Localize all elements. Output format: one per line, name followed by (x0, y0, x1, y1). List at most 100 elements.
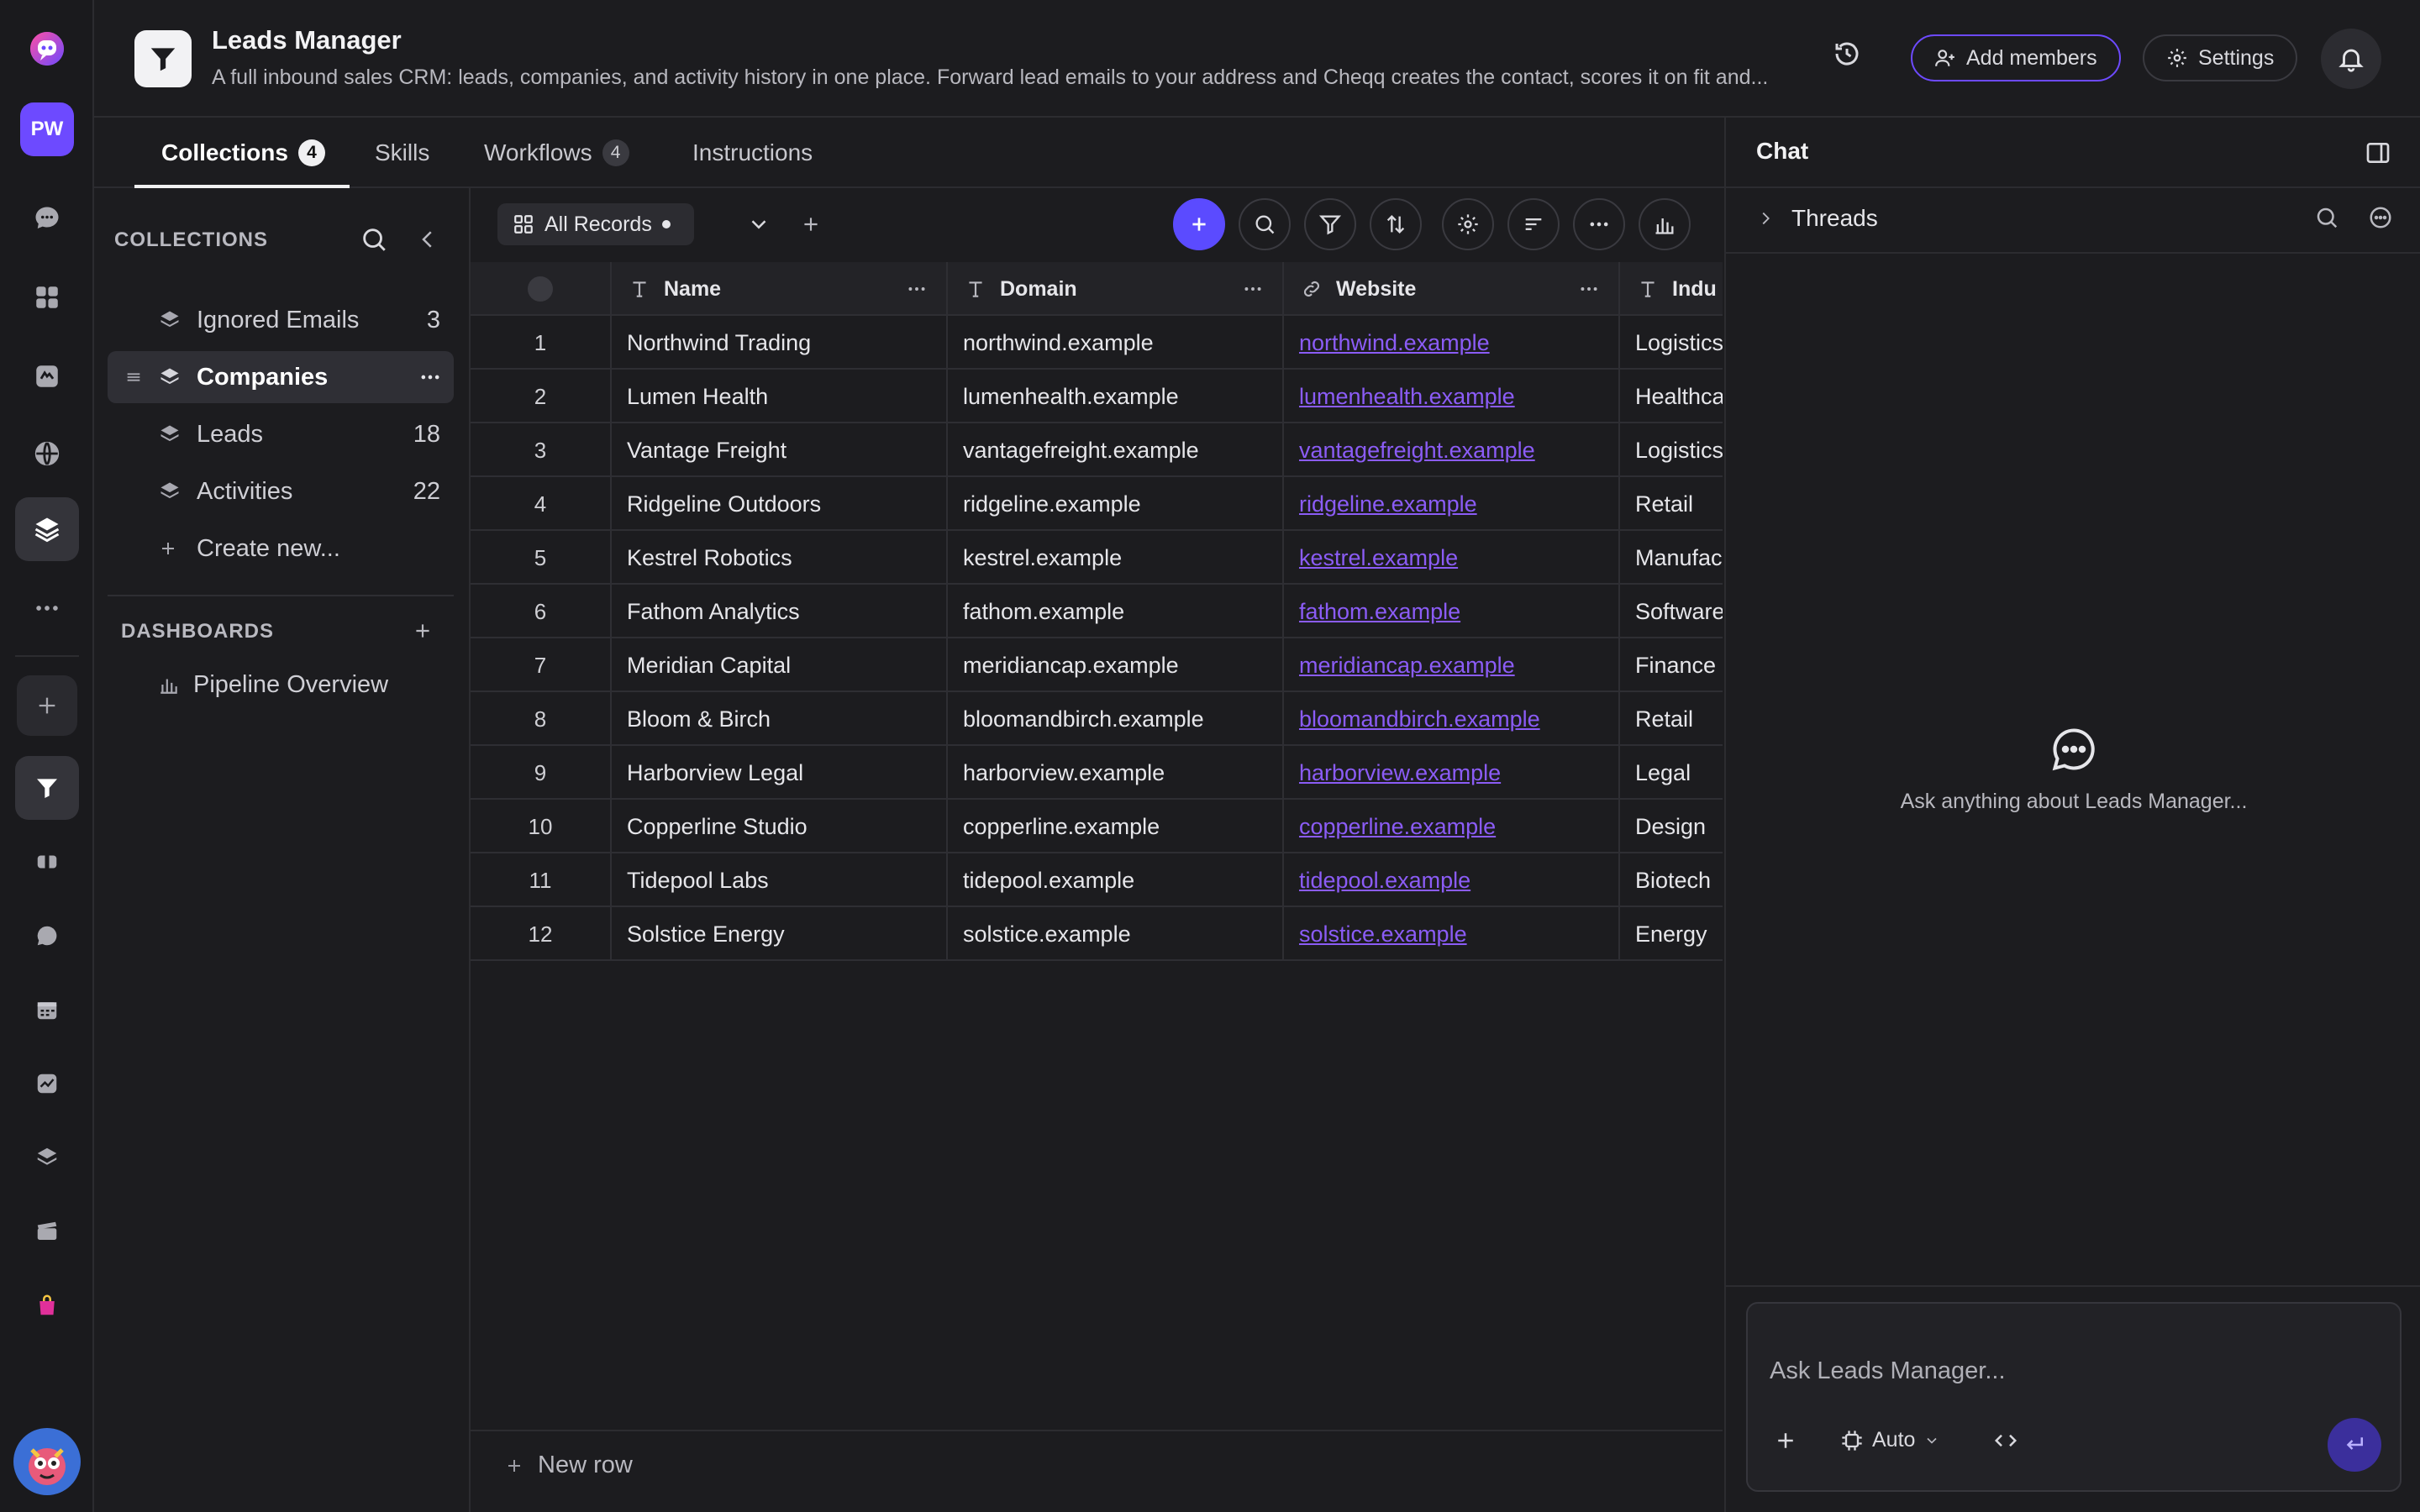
cell-name[interactable]: Vantage Freight (612, 423, 948, 477)
create-new-collection-button[interactable]: Create new... (108, 522, 454, 575)
collection-item-activities[interactable]: Activities 22 (108, 465, 454, 517)
cell-name[interactable]: Northwind Trading (612, 316, 948, 370)
website-link[interactable]: meridiancap.example (1299, 653, 1515, 679)
search-icon[interactable] (360, 225, 388, 254)
chart-view-icon[interactable] (1639, 198, 1691, 250)
new-thread-icon[interactable] (2368, 205, 2393, 230)
website-link[interactable]: copperline.example (1299, 814, 1496, 840)
sort-icon[interactable] (1370, 198, 1422, 250)
inbox-icon[interactable] (15, 344, 79, 408)
analytics-icon[interactable] (15, 1052, 79, 1116)
cell-domain[interactable]: kestrel.example (948, 531, 1284, 585)
more-icon[interactable] (15, 576, 79, 640)
row-number[interactable]: 5 (471, 531, 612, 585)
row-number[interactable]: 7 (471, 638, 612, 692)
website-link[interactable]: solstice.example (1299, 921, 1467, 948)
website-link[interactable]: fathom.example (1299, 599, 1460, 625)
cell-name[interactable]: Harborview Legal (612, 746, 948, 800)
cell-domain[interactable]: harborview.example (948, 746, 1284, 800)
select-all-checkbox[interactable] (471, 262, 612, 316)
add-dashboard-icon[interactable] (412, 620, 434, 642)
cell-website[interactable]: vantagefreight.example (1284, 423, 1620, 477)
model-selector[interactable]: Auto (1840, 1428, 1940, 1452)
row-number[interactable]: 8 (471, 692, 612, 746)
cell-name[interactable]: Tidepool Labs (612, 853, 948, 907)
website-link[interactable]: bloomandbirch.example (1299, 706, 1540, 732)
cell-domain[interactable]: vantagefreight.example (948, 423, 1284, 477)
collection-item-ignored-emails[interactable]: Ignored Emails 3 (108, 294, 454, 346)
cell-industry[interactable]: Finance (1620, 638, 1723, 692)
search-threads-icon[interactable] (2314, 205, 2339, 230)
stack-icon[interactable] (15, 1126, 79, 1189)
cell-website[interactable]: solstice.example (1284, 907, 1620, 961)
panel-toggle-icon[interactable] (2365, 139, 2391, 166)
website-link[interactable]: vantagefreight.example (1299, 438, 1535, 464)
row-number[interactable]: 2 (471, 370, 612, 423)
tab-skills[interactable]: Skills (375, 118, 429, 188)
table-row[interactable]: 10 Copperline Studio copperline.example cop… (471, 800, 1723, 853)
drag-handle-icon[interactable] (124, 368, 143, 386)
table-row[interactable]: 3 Vantage Freight vantagefreight.example va… (471, 423, 1723, 477)
cell-domain[interactable]: ridgeline.example (948, 477, 1284, 531)
ticket-icon[interactable] (15, 830, 79, 894)
add-members-button[interactable]: Add members (1911, 34, 2121, 81)
calendar-icon[interactable] (15, 978, 79, 1042)
cell-domain[interactable]: meridiancap.example (948, 638, 1284, 692)
cell-industry[interactable]: Healthca (1620, 370, 1723, 423)
filter-app-icon[interactable] (15, 756, 79, 820)
collapse-sidebar-icon[interactable] (415, 227, 440, 252)
cell-domain[interactable]: northwind.example (948, 316, 1284, 370)
cell-industry[interactable]: Energy (1620, 907, 1723, 961)
cell-industry[interactable]: Manufac (1620, 531, 1723, 585)
table-row[interactable]: 1 Northwind Trading northwind.example north… (471, 316, 1723, 370)
add-app-icon[interactable] (17, 675, 77, 736)
column-header-industry[interactable]: Indu (1620, 262, 1723, 316)
cell-industry[interactable]: Retail (1620, 477, 1723, 531)
cell-industry[interactable]: Legal (1620, 746, 1723, 800)
website-link[interactable]: lumenhealth.example (1299, 384, 1515, 410)
chat-input[interactable]: Ask Leads Manager... (1770, 1357, 2006, 1385)
table-row[interactable]: 11 Tidepool Labs tidepool.example tidepool.… (471, 853, 1723, 907)
add-record-button[interactable] (1173, 198, 1225, 250)
new-row-button[interactable]: New row (504, 1452, 633, 1479)
row-number[interactable]: 10 (471, 800, 612, 853)
cell-domain[interactable]: solstice.example (948, 907, 1284, 961)
row-number[interactable]: 4 (471, 477, 612, 531)
collection-item-leads[interactable]: Leads 18 (108, 408, 454, 460)
table-row[interactable]: 6 Fathom Analytics fathom.example fathom.ex… (471, 585, 1723, 638)
cell-website[interactable]: bloomandbirch.example (1284, 692, 1620, 746)
cell-website[interactable]: northwind.example (1284, 316, 1620, 370)
group-icon[interactable] (1507, 198, 1560, 250)
table-row[interactable]: 2 Lumen Health lumenhealth.example lumenhea… (471, 370, 1723, 423)
row-number[interactable]: 11 (471, 853, 612, 907)
cell-domain[interactable]: fathom.example (948, 585, 1284, 638)
cell-website[interactable]: harborview.example (1284, 746, 1620, 800)
cell-name[interactable]: Fathom Analytics (612, 585, 948, 638)
history-icon[interactable] (1832, 39, 1862, 69)
cell-industry[interactable]: Logistics (1620, 423, 1723, 477)
settings-icon[interactable] (1442, 198, 1494, 250)
code-icon[interactable] (1993, 1428, 2018, 1453)
chevron-down-icon[interactable] (746, 212, 771, 237)
website-link[interactable]: northwind.example (1299, 330, 1490, 356)
row-number[interactable]: 3 (471, 423, 612, 477)
cell-industry[interactable]: Retail (1620, 692, 1723, 746)
table-row[interactable]: 9 Harborview Legal harborview.example harbo… (471, 746, 1723, 800)
cell-name[interactable]: Kestrel Robotics (612, 531, 948, 585)
layers-icon[interactable] (15, 497, 79, 561)
cell-website[interactable]: fathom.example (1284, 585, 1620, 638)
notifications-icon[interactable] (2321, 29, 2381, 89)
cell-domain[interactable]: copperline.example (948, 800, 1284, 853)
cell-name[interactable]: Copperline Studio (612, 800, 948, 853)
send-button[interactable] (2328, 1418, 2381, 1472)
settings-button[interactable]: Settings (2143, 34, 2298, 81)
table-row[interactable]: 5 Kestrel Robotics kestrel.example kestrel.… (471, 531, 1723, 585)
collection-menu-icon[interactable] (418, 365, 442, 389)
view-selector[interactable]: All Records (497, 203, 694, 245)
add-view-icon[interactable] (800, 213, 822, 235)
cell-website[interactable]: copperline.example (1284, 800, 1620, 853)
dashboard-item-pipeline-overview[interactable]: Pipeline Overview (108, 659, 454, 711)
cell-industry[interactable]: Software (1620, 585, 1723, 638)
messages-icon[interactable] (15, 186, 79, 250)
column-header-website[interactable]: Website (1284, 262, 1620, 316)
